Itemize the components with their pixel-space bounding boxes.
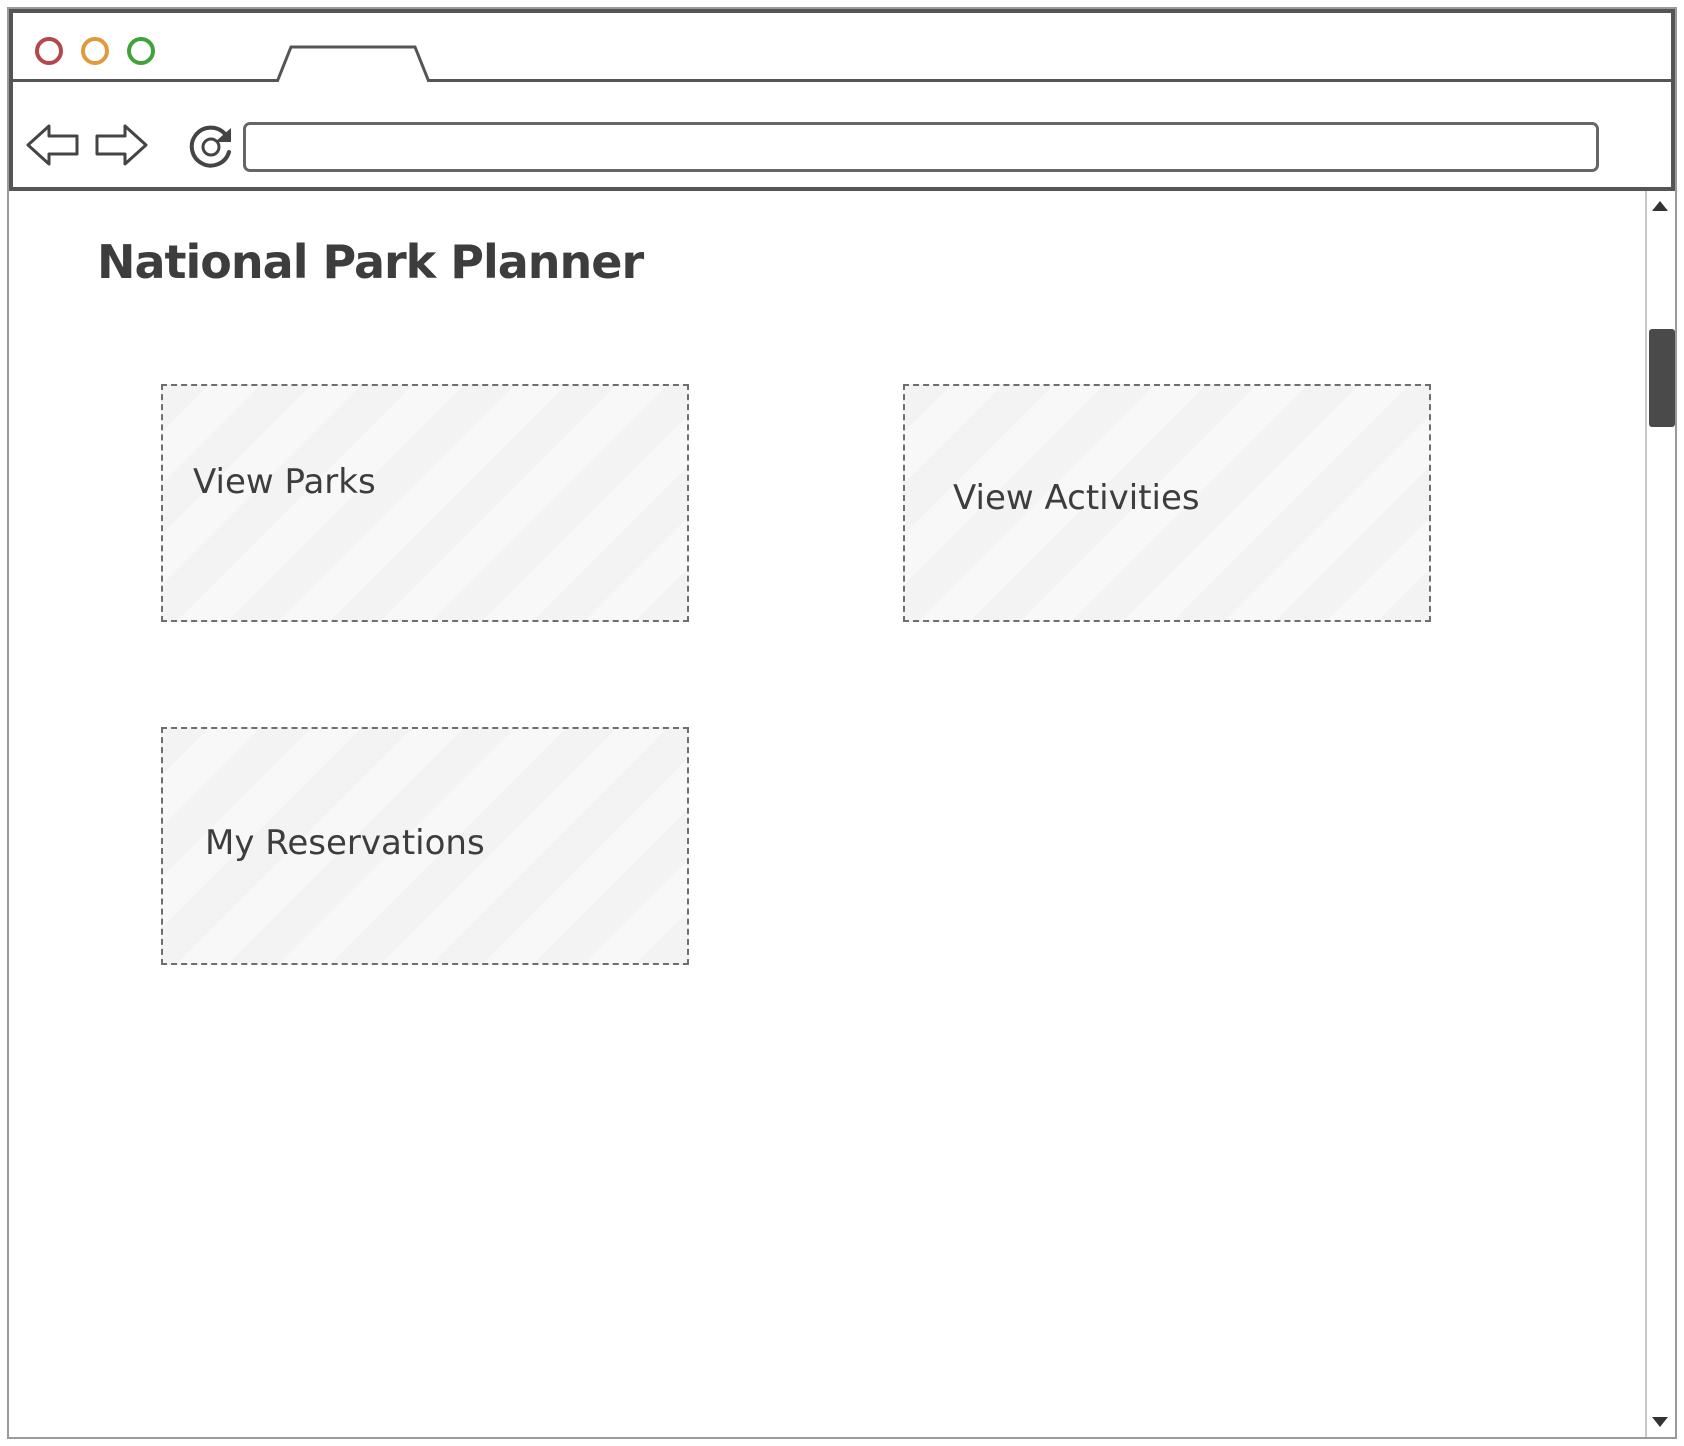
my-reservations-card[interactable]: My Reservations [161,727,689,965]
vertical-scrollbar[interactable] [1645,191,1675,1437]
scroll-up-icon[interactable] [1652,201,1668,211]
view-activities-card[interactable]: View Activities [903,384,1431,622]
browser-tab[interactable] [273,43,433,87]
minimize-window-button[interactable] [81,37,109,65]
title-bar [9,9,1675,87]
view-parks-label: View Parks [193,462,376,502]
view-parks-card[interactable]: View Parks [161,384,689,622]
close-window-button[interactable] [35,37,63,65]
scroll-thumb[interactable] [1649,329,1675,427]
scroll-down-icon[interactable] [1652,1417,1668,1427]
my-reservations-label: My Reservations [205,823,485,863]
page-content: National Park Planner View Parks View Ac… [9,191,1649,1437]
page-title: National Park Planner [97,235,644,289]
view-activities-label: View Activities [953,478,1200,518]
address-bar-input[interactable] [243,122,1599,172]
navigation-bar [9,82,1675,191]
browser-window: National Park Planner View Parks View Ac… [7,7,1677,1439]
back-arrow-icon[interactable] [25,122,81,168]
reload-icon[interactable] [185,120,237,172]
maximize-window-button[interactable] [127,37,155,65]
forward-arrow-icon[interactable] [93,122,149,168]
